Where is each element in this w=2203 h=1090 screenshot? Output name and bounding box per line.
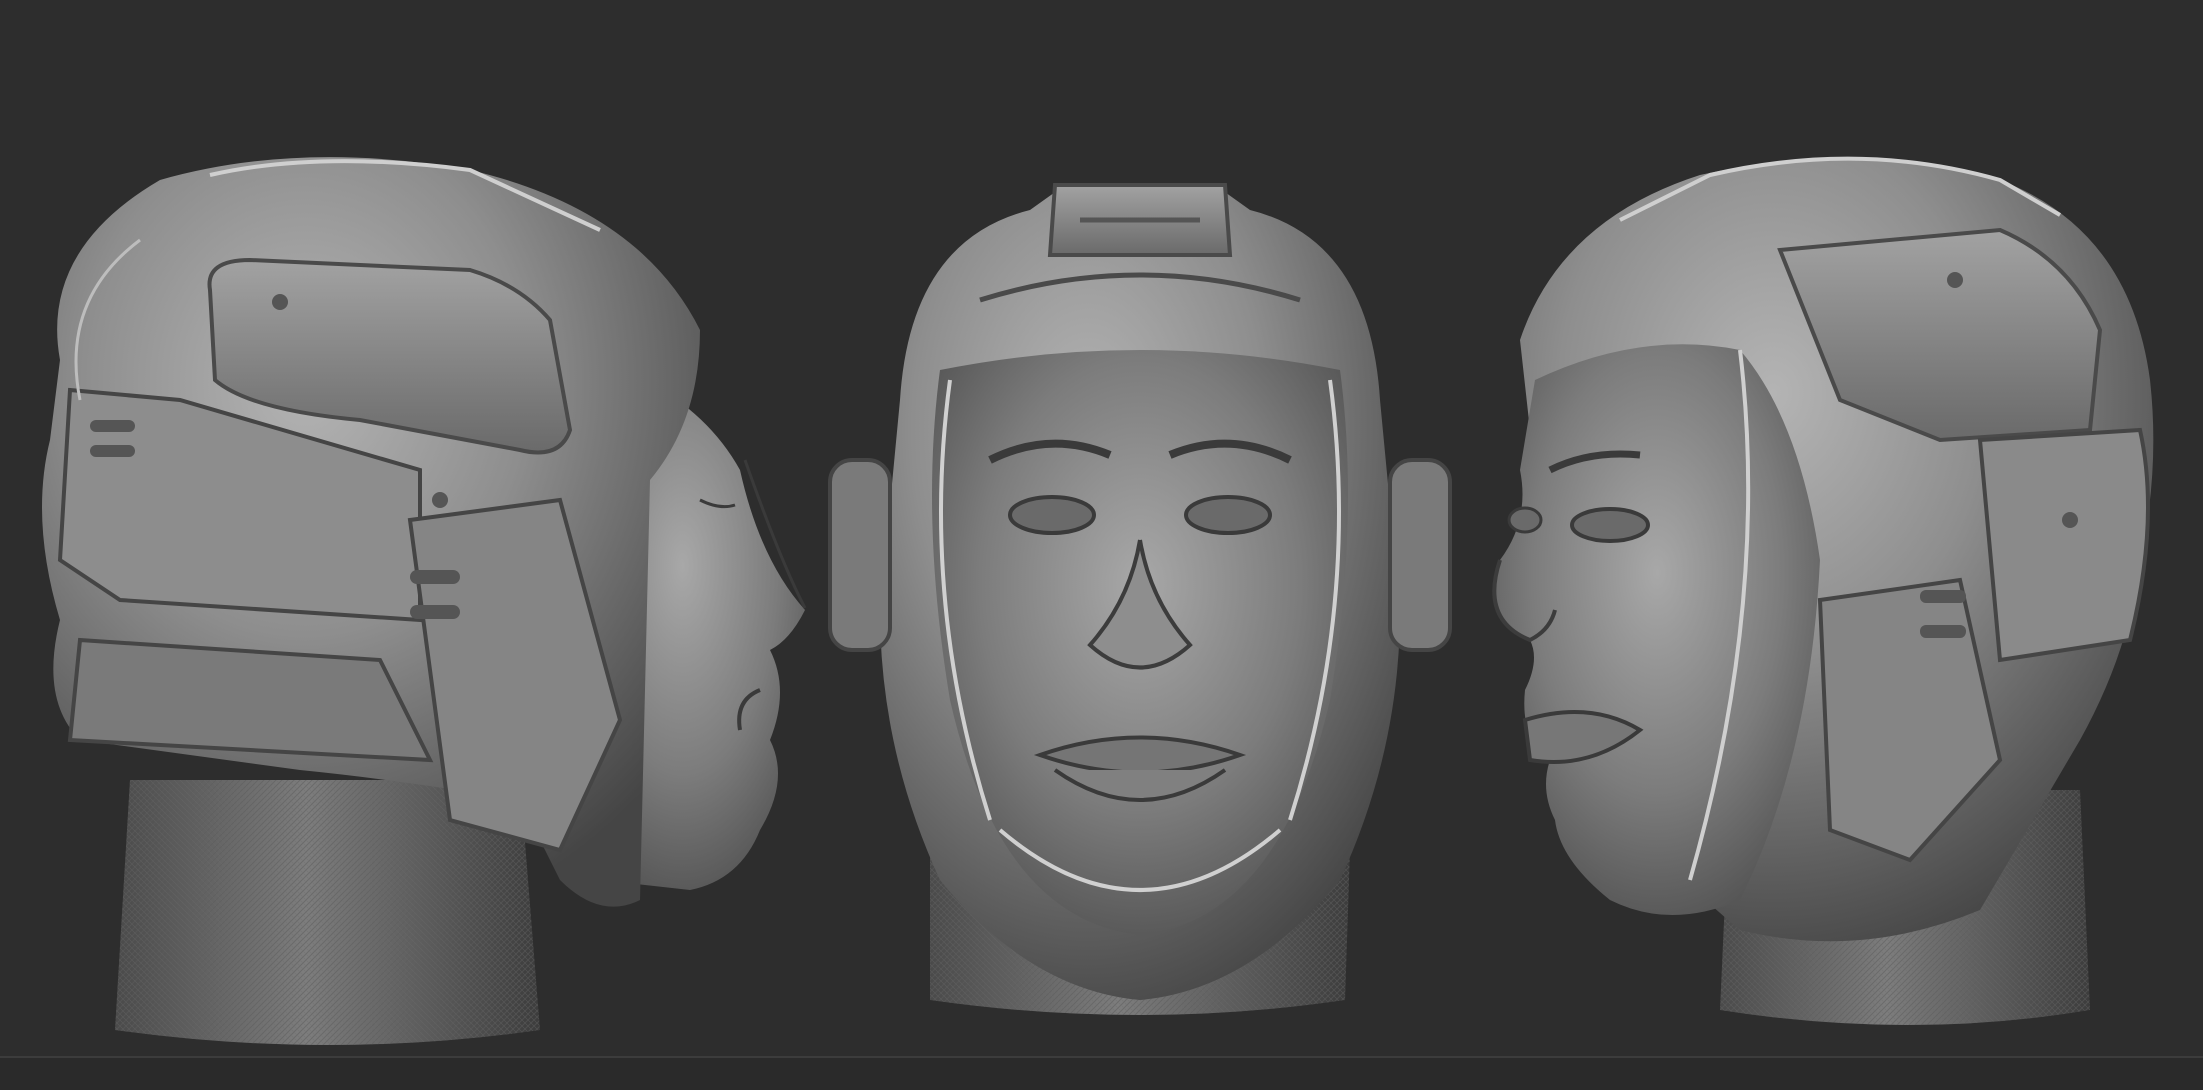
viewport [0, 0, 2203, 1090]
bottom-strip [0, 1058, 2203, 1090]
canvas-border [0, 0, 2203, 1058]
